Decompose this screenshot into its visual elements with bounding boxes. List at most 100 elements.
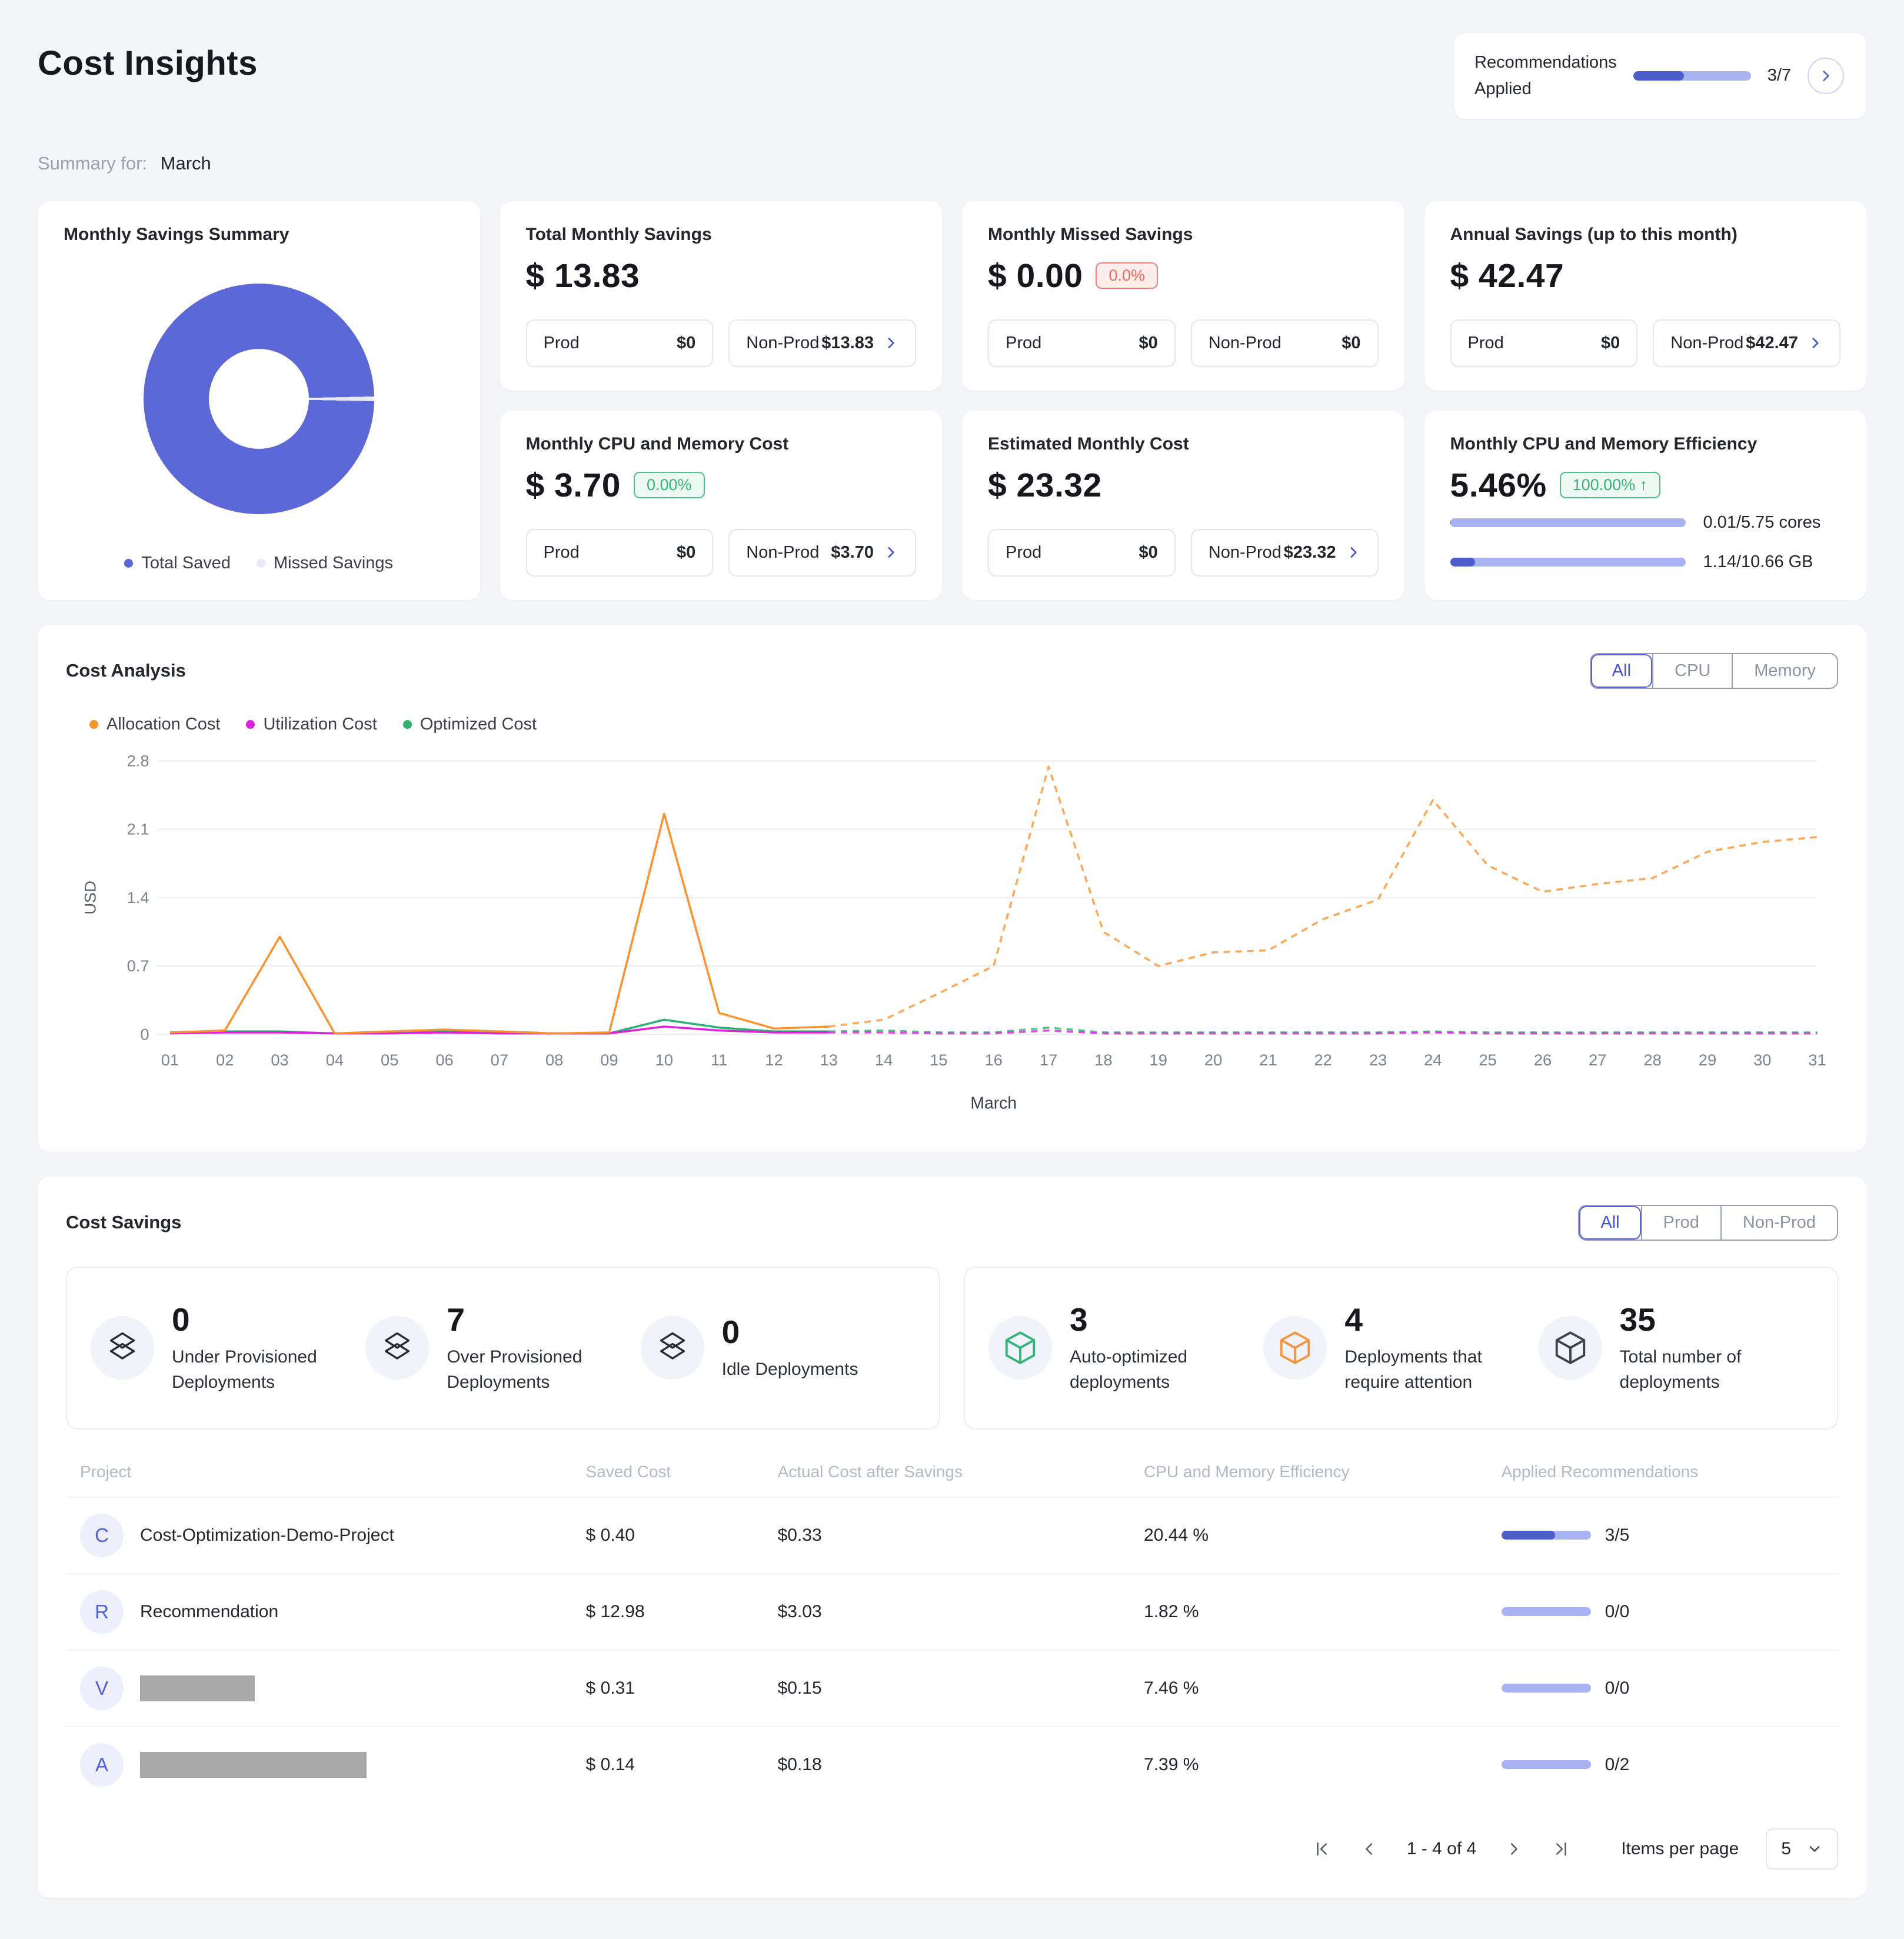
require-attention-stat: 4 Deployments that require attention: [1263, 1301, 1538, 1395]
tab-memory[interactable]: Memory: [1732, 654, 1837, 688]
tab-all[interactable]: All: [1579, 1205, 1641, 1240]
tab-prod[interactable]: Prod: [1640, 1205, 1720, 1240]
prod-value: $0: [1139, 542, 1158, 562]
x-axis-tick: 21: [1259, 1051, 1277, 1069]
chevron-down-icon: [1809, 1846, 1820, 1852]
x-axis-tick: 22: [1314, 1051, 1332, 1069]
estimated-monthly-cost-title: Estimated Monthly Cost: [988, 434, 1189, 454]
chevron-right-icon: [888, 547, 894, 558]
x-axis-tick: 09: [600, 1051, 618, 1069]
cpu-memory-cost-title: Monthly CPU and Memory Cost: [525, 434, 789, 454]
y-axis-label: USD: [81, 881, 99, 915]
total-monthly-savings-title: Total Monthly Savings: [525, 224, 712, 244]
prod-value: $0: [1600, 333, 1620, 352]
applied-progress-bar: [1501, 1531, 1591, 1540]
x-axis-tick: 25: [1479, 1051, 1496, 1069]
avatar: C: [80, 1513, 124, 1557]
nonprod-value: $23.32: [1283, 542, 1336, 562]
previous-page-button[interactable]: [1360, 1839, 1380, 1859]
page-range-text: 1 - 4 of 4: [1406, 1838, 1477, 1858]
saved-cost-cell: $ 0.14: [585, 1754, 635, 1774]
x-axis-tick: 13: [820, 1051, 838, 1069]
nonprod-pill[interactable]: Non-Prod $23.32: [1190, 528, 1379, 577]
x-axis-tick: 12: [765, 1051, 783, 1069]
auto-optimized-label: Auto-optimized deployments: [1070, 1347, 1188, 1392]
table-row[interactable]: A $ 0.14 $0.18 7.39 % 0/2: [66, 1725, 1838, 1803]
nonprod-pill[interactable]: Non-Prod $13.83: [728, 319, 916, 367]
y-axis-tick: 2.8: [127, 751, 149, 769]
total-deployments-stat: 35 Total number of deployments: [1538, 1301, 1813, 1395]
recommendations-applied-label: Recommendations Applied: [1474, 49, 1617, 102]
cost-analysis-line-chart: 0 0.7 1.4 2.1 2.8 USD 01 02 03 04 05 06 07 08 09 10 11 12…: [81, 751, 1826, 1112]
cost-savings-title: Cost Savings: [66, 1212, 182, 1233]
recommendations-progress-count: 3/7: [1767, 66, 1792, 85]
nonprod-pill[interactable]: Non-Prod $3.70: [728, 528, 916, 577]
total-saved-dot-icon: [124, 558, 134, 568]
layers-icon: [365, 1316, 430, 1380]
applied-progress-bar: [1501, 1607, 1591, 1617]
actual-cost-cell: $0.18: [777, 1754, 822, 1774]
recommendations-expand-button[interactable]: [1808, 57, 1845, 94]
actual-cost-cell: $0.33: [777, 1525, 822, 1545]
applied-count: 0/0: [1605, 1678, 1630, 1698]
legend-optimized-cost-label: Optimized Cost: [420, 714, 537, 734]
applied-recommendations-cell: 3/5: [1501, 1525, 1824, 1545]
x-axis-tick: 11: [711, 1051, 727, 1069]
avatar: A: [80, 1743, 124, 1787]
total-monthly-savings-card: Total Monthly Savings $ 13.83 Prod $0 No…: [500, 201, 942, 391]
x-axis-tick: 16: [985, 1051, 1003, 1069]
legend-total-saved-label: Total Saved: [141, 553, 231, 572]
nonprod-label: Non-Prod: [1670, 333, 1744, 352]
memory-usage-row: 1.14/10.66 GB: [1450, 552, 1841, 572]
chevron-right-icon: [1350, 547, 1357, 558]
items-per-page-select[interactable]: 5: [1766, 1828, 1838, 1870]
table-row[interactable]: R Recommendation $ 12.98 $3.03 1.82 % 0/0: [66, 1572, 1838, 1650]
pagination: 1 - 4 of 4 Items per page 5: [66, 1828, 1838, 1870]
col-project: Project: [80, 1462, 132, 1481]
tab-all[interactable]: All: [1590, 654, 1653, 688]
next-page-button[interactable]: [1503, 1839, 1523, 1859]
table-row[interactable]: C Cost-Optimization-Demo-Project $ 0.40 $…: [66, 1496, 1838, 1573]
total-deployments-count: 35: [1619, 1301, 1656, 1338]
tab-cpu[interactable]: CPU: [1652, 654, 1732, 688]
nonprod-label: Non-Prod: [746, 542, 820, 562]
nonprod-pill[interactable]: Non-Prod $42.47: [1653, 319, 1840, 367]
x-axis-tick: 26: [1534, 1051, 1552, 1069]
first-page-button[interactable]: [1313, 1839, 1333, 1859]
items-per-page-value: 5: [1781, 1838, 1791, 1858]
actual-cost-cell: $3.03: [777, 1601, 822, 1621]
donut-hole: [208, 349, 309, 449]
legend-allocation-cost-label: Allocation Cost: [106, 714, 221, 734]
projects-table: Project Saved Cost Actual Cost after Sav…: [66, 1462, 1838, 1803]
cost-analysis-title: Cost Analysis: [66, 660, 186, 681]
page-title: Cost Insights: [38, 44, 258, 82]
applied-recommendations-cell: 0/2: [1501, 1755, 1824, 1775]
summary-label: Summary for:: [38, 152, 148, 174]
efficiency-cell: 1.82 %: [1144, 1601, 1199, 1621]
prod-label: Prod: [1006, 333, 1042, 352]
items-per-page-label: Items per page: [1621, 1838, 1739, 1858]
last-page-button[interactable]: [1550, 1839, 1570, 1859]
x-axis-tick: 31: [1808, 1051, 1826, 1069]
recommendations-applied-card: Recommendations Applied 3/7: [1454, 33, 1866, 119]
legend-total-saved: Total Saved: [124, 554, 231, 573]
memory-usage-fill: [1450, 557, 1476, 567]
nonprod-label: Non-Prod: [1208, 333, 1281, 352]
table-row[interactable]: V $ 0.31 $0.15 7.46 % 0/0: [66, 1649, 1838, 1726]
over-provisioned-stat: 7 Over Provisioned Deployments: [365, 1301, 640, 1395]
cpu-usage-bar: [1450, 518, 1686, 527]
x-axis-tick: 05: [381, 1051, 398, 1069]
cube-icon: [1538, 1316, 1602, 1380]
annual-savings-value: $ 42.47: [1450, 256, 1565, 295]
memory-usage-text: 1.14/10.66 GB: [1703, 552, 1813, 571]
col-applied-recommendations: Applied Recommendations: [1501, 1462, 1699, 1481]
metric-grid: Monthly Savings Summary Total Saved Miss…: [38, 201, 1866, 600]
y-axis-tick: 2.1: [127, 820, 149, 838]
chevron-right-icon: [1812, 338, 1819, 349]
cpu-usage-text: 0.01/5.75 cores: [1703, 512, 1821, 532]
saved-cost-cell: $ 0.31: [585, 1678, 635, 1698]
provisioning-stats-card: 0 Under Provisioned Deployments 7 Over P…: [66, 1266, 940, 1430]
tab-nonprod[interactable]: Non-Prod: [1720, 1205, 1837, 1240]
summary-month: March: [160, 152, 211, 174]
x-axis-tick: 27: [1589, 1051, 1606, 1069]
